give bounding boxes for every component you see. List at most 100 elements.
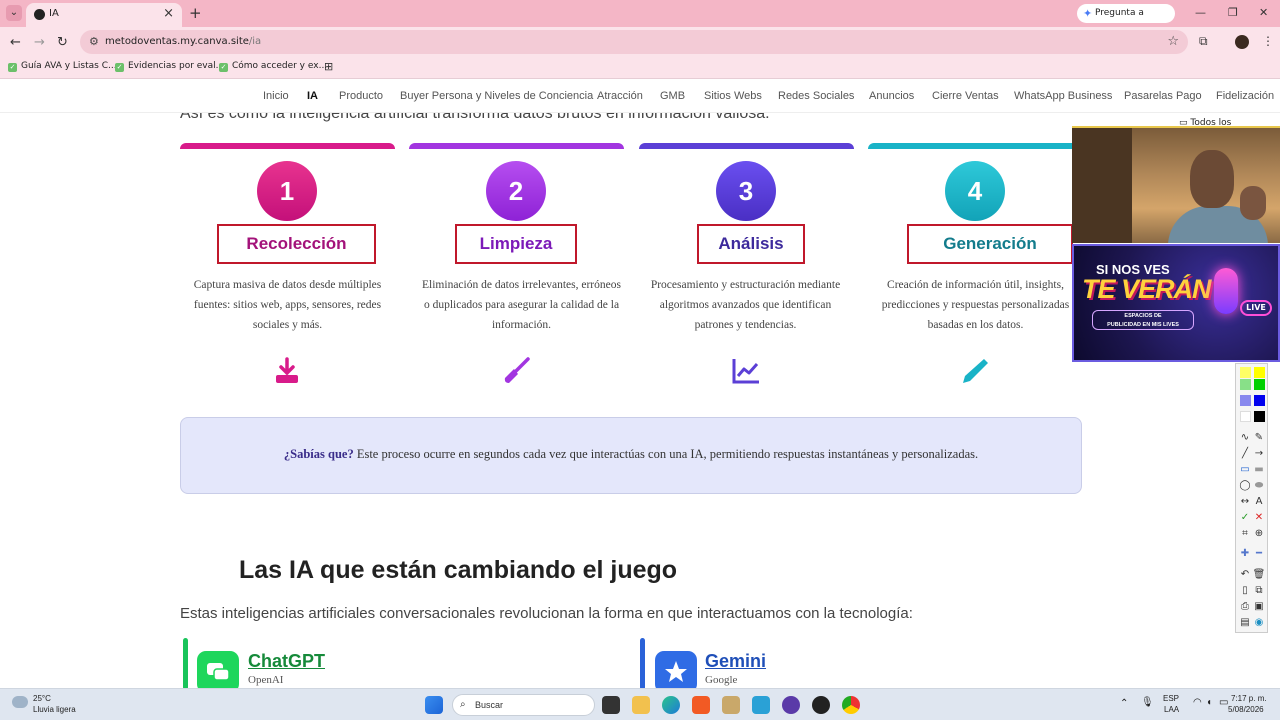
- windows-start-icon[interactable]: [425, 696, 443, 714]
- nav-redes-sociales[interactable]: Redes Sociales: [778, 90, 854, 102]
- bookmark-item[interactable]: ✓ Guía AVA y Listas C...: [8, 61, 117, 72]
- tab-active[interactable]: IA ×: [26, 3, 182, 27]
- step-title: Limpieza: [455, 224, 577, 264]
- close-window-icon[interactable]: ✕: [1259, 6, 1268, 19]
- color-swatch[interactable]: [1254, 411, 1265, 422]
- bookmark-item[interactable]: ✓ Cómo acceder y ex...: [219, 61, 327, 72]
- double-arrow-icon[interactable]: ↔: [1238, 496, 1252, 507]
- weather-cloud-icon[interactable]: [12, 696, 28, 708]
- trash-icon[interactable]: 🗑: [1252, 569, 1266, 580]
- obs-icon[interactable]: [782, 696, 800, 714]
- color-swatch[interactable]: [1240, 395, 1251, 406]
- volume-icon[interactable]: ◖: [1206, 697, 1212, 708]
- color-swatch[interactable]: [1240, 367, 1251, 378]
- ai-name-link[interactable]: ChatGPT: [248, 651, 325, 672]
- taskbar-search[interactable]: ⌕ Buscar: [452, 694, 595, 716]
- color-swatch[interactable]: [1254, 395, 1265, 406]
- nav-gmb[interactable]: GMB: [660, 90, 685, 102]
- bookmark-star-icon[interactable]: ☆: [1167, 34, 1179, 49]
- rectangle-icon[interactable]: ▭: [1238, 464, 1252, 475]
- forward-icon[interactable]: →: [34, 35, 45, 50]
- chat-bubbles-icon: [197, 651, 239, 693]
- apps-grid-icon[interactable]: ⊞: [324, 60, 333, 73]
- ask-gemini-button[interactable]: ✦ Pregunta a Gemini: [1077, 4, 1175, 37]
- image-icon[interactable]: ▤: [1238, 617, 1252, 628]
- edge-icon[interactable]: [662, 696, 680, 714]
- lang-layout[interactable]: LAA: [1164, 705, 1179, 714]
- new-page-icon[interactable]: ▯: [1238, 585, 1252, 596]
- nav-atraccion[interactable]: Atracción: [597, 90, 643, 102]
- maximize-icon[interactable]: ❐: [1228, 6, 1238, 19]
- zoom-icon[interactable]: ⊕: [1252, 528, 1266, 539]
- nav-fidelizacion[interactable]: Fidelización: [1216, 90, 1274, 102]
- profile-avatar[interactable]: [1235, 35, 1249, 49]
- nav-cierre-ventas[interactable]: Cierre Ventas: [932, 90, 999, 102]
- nav-anuncios[interactable]: Anuncios: [869, 90, 914, 102]
- card-accent: [640, 638, 645, 690]
- line-icon[interactable]: ╱: [1238, 448, 1252, 459]
- color-swatch[interactable]: [1240, 379, 1251, 390]
- ellipse-icon[interactable]: ◯: [1238, 480, 1252, 491]
- color-swatch[interactable]: [1240, 411, 1251, 422]
- close-tab-icon[interactable]: ×: [163, 6, 174, 21]
- nav-producto[interactable]: Producto: [339, 90, 383, 102]
- ai-name-link[interactable]: Gemini: [705, 651, 766, 672]
- lang-code[interactable]: ESP: [1163, 694, 1179, 703]
- print-icon[interactable]: ⎙: [1238, 601, 1252, 612]
- url-text[interactable]: metodoventas.my.canva.site/ia: [105, 36, 261, 47]
- paint-app-icon[interactable]: [722, 696, 740, 714]
- broom-icon: [504, 357, 530, 383]
- reload-icon[interactable]: ↻: [57, 35, 68, 50]
- bookmark-item[interactable]: ✓ Evidencias por eval...: [115, 61, 224, 72]
- microphone-tray-icon[interactable]: 🎙: [1141, 697, 1154, 708]
- star-icon: [655, 651, 697, 693]
- back-icon[interactable]: ←: [10, 35, 21, 50]
- media-app-icon[interactable]: [812, 696, 830, 714]
- nav-sitios-webs[interactable]: Sitios Webs: [704, 90, 762, 102]
- task-view-icon[interactable]: [602, 696, 620, 714]
- menu-dots-icon[interactable]: ⋮: [1262, 34, 1274, 48]
- app-window-icon[interactable]: [752, 696, 770, 714]
- copy-icon[interactable]: ⧉: [1252, 585, 1266, 596]
- extensions-icon[interactable]: ⧉: [1199, 34, 1208, 49]
- clock-date[interactable]: 5/08/2026: [1228, 705, 1264, 714]
- card-accent: [183, 638, 188, 690]
- file-explorer-icon[interactable]: [632, 696, 650, 714]
- filled-ellipse-icon[interactable]: ⬬: [1252, 480, 1266, 491]
- tab-search-button[interactable]: ⌄: [6, 5, 22, 21]
- site-info-icon[interactable]: ⚙: [89, 35, 99, 48]
- color-swatch[interactable]: [1254, 379, 1265, 390]
- arrow-icon[interactable]: →: [1252, 448, 1266, 459]
- save-icon[interactable]: ▣: [1252, 601, 1266, 612]
- filled-rectangle-icon[interactable]: ▬: [1252, 464, 1266, 475]
- plus-icon[interactable]: ✚: [1238, 548, 1252, 559]
- chart-line-icon: [732, 359, 759, 384]
- step-number: 1: [257, 161, 317, 221]
- wifi-icon[interactable]: ◠: [1193, 697, 1202, 708]
- clock-time[interactable]: 7:17 p. m.: [1231, 694, 1267, 703]
- brave-icon[interactable]: [692, 696, 710, 714]
- check-icon[interactable]: ✓: [1238, 512, 1252, 523]
- new-tab-button[interactable]: +: [189, 4, 202, 22]
- marker-icon[interactable]: ✎: [1252, 432, 1266, 443]
- nav-pasarelas-pago[interactable]: Pasarelas Pago: [1124, 90, 1202, 102]
- minus-icon[interactable]: ━: [1252, 548, 1266, 559]
- crop-icon[interactable]: ⌗: [1238, 528, 1252, 539]
- freehand-icon[interactable]: ∿: [1238, 432, 1252, 443]
- nav-inicio[interactable]: Inicio: [263, 90, 289, 102]
- undo-icon[interactable]: ↶: [1238, 569, 1252, 580]
- address-bar[interactable]: ⚙ metodoventas.my.canva.site/ia ☆: [80, 30, 1188, 54]
- color-swatch[interactable]: [1254, 367, 1265, 378]
- weather-temp[interactable]: 25°C: [33, 694, 51, 703]
- nav-buyer-persona[interactable]: Buyer Persona y Niveles de Conciencia: [400, 90, 593, 102]
- nav-ia[interactable]: IA: [307, 90, 318, 102]
- tray-chevron-icon[interactable]: ⌃: [1120, 698, 1128, 709]
- cross-icon[interactable]: ✕: [1252, 512, 1266, 523]
- step-title: Recolección: [217, 224, 376, 264]
- chrome-icon[interactable]: [842, 696, 860, 714]
- globe-icon[interactable]: ◉: [1252, 617, 1266, 628]
- minimize-icon[interactable]: —: [1195, 6, 1206, 19]
- text-tool-icon[interactable]: A: [1252, 496, 1266, 507]
- nav-whatsapp-business[interactable]: WhatsApp Business: [1014, 90, 1112, 102]
- weather-condition[interactable]: Lluvia ligera: [33, 705, 76, 714]
